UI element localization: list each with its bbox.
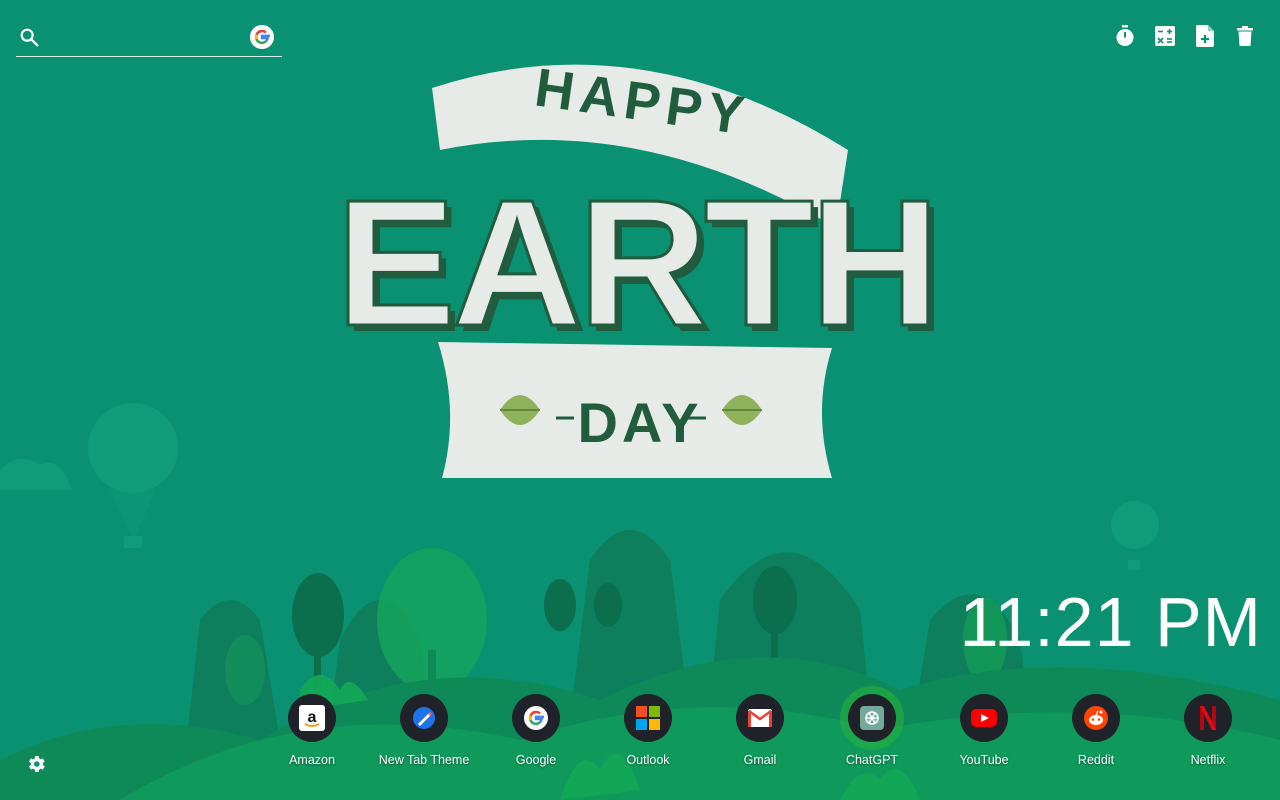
netflix-icon — [1184, 694, 1232, 742]
search-bar — [16, 20, 282, 57]
wallpaper: HAPPY EARTH EARTH DAY — [0, 0, 1280, 800]
search-icon[interactable] — [18, 26, 40, 48]
shortcut-chatgpt[interactable]: ChatGPT — [816, 694, 928, 774]
google-icon — [512, 694, 560, 742]
chatgpt-icon — [848, 694, 896, 742]
gmail-icon — [736, 694, 784, 742]
trash-icon[interactable] — [1234, 24, 1256, 48]
wallpaper-day-text: DAY — [577, 391, 702, 454]
gear-icon[interactable] — [25, 753, 47, 775]
shortcut-amazon[interactable]: a Amazon — [256, 694, 368, 774]
shortcut-label: New Tab Theme — [378, 753, 470, 767]
shortcut-label: Reddit — [1077, 753, 1115, 767]
wallpaper-earth-text: EARTH — [336, 163, 936, 364]
shortcut-label: YouTube — [959, 753, 1009, 767]
shortcut-reddit[interactable]: Reddit — [1040, 694, 1152, 774]
google-search-engine-icon[interactable] — [250, 25, 274, 49]
search-input[interactable] — [50, 24, 254, 52]
shortcut-google[interactable]: Google — [480, 694, 592, 774]
reddit-icon — [1072, 694, 1120, 742]
top-toolbar — [1114, 24, 1256, 48]
shortcuts-dock: a Amazon New Tab Theme Google Outlook Gm… — [256, 694, 1264, 774]
amazon-icon: a — [288, 694, 336, 742]
shortcut-label: Outlook — [626, 753, 670, 767]
shortcut-label: Netflix — [1190, 753, 1226, 767]
clock-time: 11:21 PM — [959, 583, 1262, 661]
youtube-icon — [960, 694, 1008, 742]
shortcut-youtube[interactable]: YouTube — [928, 694, 1040, 774]
shortcut-outlook[interactable]: Outlook — [592, 694, 704, 774]
shortcut-label: Google — [515, 753, 557, 767]
add-note-icon[interactable] — [1194, 24, 1216, 48]
calculator-icon[interactable] — [1154, 24, 1176, 48]
outlook-icon — [624, 694, 672, 742]
shortcut-label: Amazon — [289, 753, 335, 767]
svg-text:a: a — [308, 709, 317, 726]
shortcut-gmail[interactable]: Gmail — [704, 694, 816, 774]
shortcut-label: ChatGPT — [845, 753, 899, 767]
timer-icon[interactable] — [1114, 24, 1136, 48]
shortcut-label: Gmail — [743, 753, 777, 767]
shortcut-new-tab-theme[interactable]: New Tab Theme — [368, 694, 480, 774]
new-tab-theme-icon — [400, 694, 448, 742]
shortcut-netflix[interactable]: Netflix — [1152, 694, 1264, 774]
